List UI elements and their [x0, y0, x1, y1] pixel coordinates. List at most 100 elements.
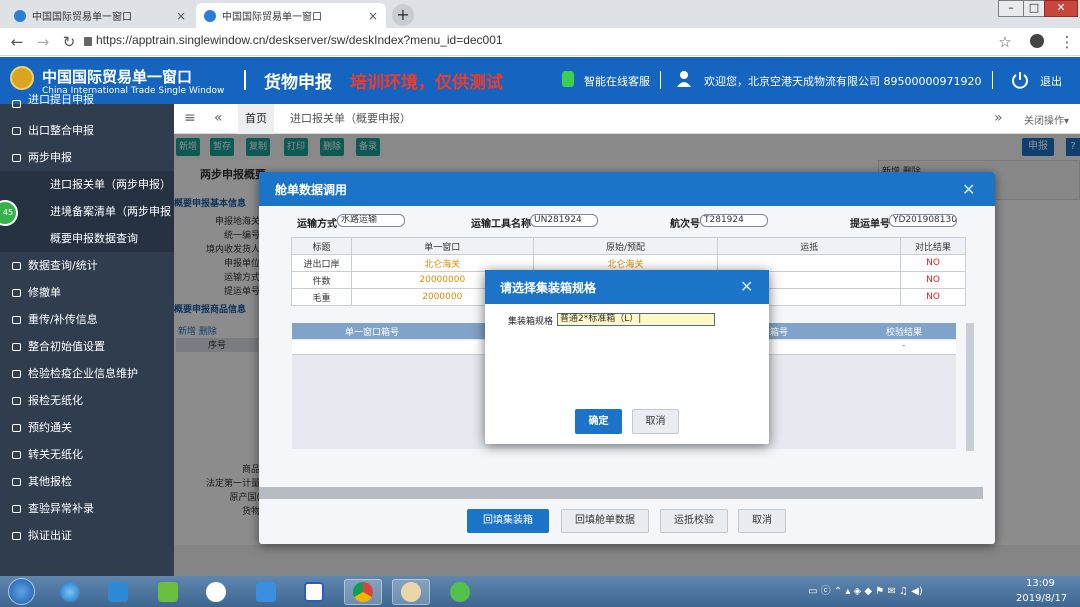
menu-item-icon: [12, 505, 21, 513]
container-spec-dialog-title: 请选择集装箱规格: [500, 281, 597, 295]
customer-service-icon[interactable]: [562, 71, 574, 87]
customer-service-link[interactable]: 智能在线客服: [584, 73, 650, 89]
excel-icon[interactable]: [158, 582, 178, 602]
menu-item-icon: [12, 316, 21, 324]
mail-icon[interactable]: [256, 582, 276, 602]
close-tab-icon[interactable]: ×: [368, 9, 378, 23]
maximize-button[interactable]: □: [1023, 0, 1045, 17]
lock-icon: [84, 37, 92, 46]
sidebar-item-appointment[interactable]: 预约通关: [0, 414, 174, 441]
profile-icon[interactable]: [1030, 34, 1044, 48]
menu-item-icon: [12, 262, 21, 270]
column-header: 单一窗口箱号: [345, 328, 400, 338]
voyage-field[interactable]: T281924: [700, 214, 768, 227]
close-icon[interactable]: ✕: [962, 180, 975, 199]
sidebar-subitem-import-two-step[interactable]: 进口报关单（两步申报）: [0, 171, 174, 198]
close-icon[interactable]: ✕: [740, 277, 753, 296]
sidebar-item-revoke[interactable]: 修撤单: [0, 279, 174, 306]
menu-item-icon: [12, 397, 21, 405]
user-icon: [677, 71, 691, 87]
sidebar-item-inspection-info[interactable]: 检验检疫企业信息维护: [0, 360, 174, 387]
menu-item-icon: [12, 154, 21, 162]
sidebar-item-certificate[interactable]: 拟证出证: [0, 522, 174, 549]
header-divider: [660, 71, 661, 89]
logout-link[interactable]: 退出: [1040, 73, 1062, 89]
logo-title: 中国国际贸易单一窗口: [42, 68, 193, 86]
sidebar-item-retransmit[interactable]: 重传/补传信息: [0, 306, 174, 333]
menu-item-icon: [12, 289, 21, 297]
new-tab-button[interactable]: +: [392, 4, 414, 26]
training-notice: 培训环境，仅供测试: [350, 73, 503, 93]
menu-item-icon: [12, 127, 21, 135]
reload-icon[interactable]: ↻: [60, 33, 78, 51]
sidebar-item-exception-entry[interactable]: 查验异常补录: [0, 495, 174, 522]
system-tray[interactable]: ▭ ⓒ ⌃ ▴ ◈ ◆ ⚑ ✉ ♫ ◀): [808, 582, 923, 597]
transport-mode-field[interactable]: 水路运输: [337, 214, 405, 227]
bookmark-star-icon[interactable]: ☆: [996, 33, 1014, 51]
wps-icon[interactable]: [304, 582, 324, 602]
forward-icon[interactable]: →: [34, 33, 52, 51]
explorer-icon[interactable]: [108, 582, 128, 602]
vessel-label: 运输工具名称: [471, 219, 531, 230]
sidebar-item-two-step[interactable]: 两步申报: [0, 144, 174, 171]
sidebar-item-paperless-inspection[interactable]: 报检无纸化: [0, 387, 174, 414]
tab-import-declaration[interactable]: 进口报关单（概要申报）I20190000000150480: [284, 104, 528, 155]
close-tab-icon[interactable]: ×: [176, 9, 186, 23]
url-field[interactable]: https://apptrain.singlewindow.cn/deskser…: [96, 33, 503, 47]
compare-result: NO: [900, 271, 966, 289]
fill-container-button[interactable]: 回填集装箱: [467, 509, 549, 533]
table-header-row: 标题 单一窗口 原始/预配 运抵 对比结果: [291, 237, 966, 255]
confirm-button[interactable]: 确定: [575, 409, 622, 434]
vertical-scrollbar[interactable]: [966, 323, 974, 451]
row-title: 进出口岸: [291, 254, 352, 272]
clock-date[interactable]: 2019/8/17: [1016, 593, 1067, 604]
header-divider: [244, 70, 246, 90]
wechat-icon[interactable]: [450, 582, 470, 602]
sidebar-subitem-summary-query[interactable]: 概要申报数据查询: [0, 225, 174, 252]
menu-toggle-icon[interactable]: ≡: [184, 110, 196, 126]
original-value: 北仑海关: [532, 254, 719, 272]
bill-of-lading-field[interactable]: YD2019081304: [889, 214, 957, 227]
welcome-text: 欢迎您，北京空港天成物流有限公司 89500000971920: [704, 75, 982, 88]
cancel-button[interactable]: 取消: [632, 409, 679, 434]
menu-dots-icon[interactable]: ⋮: [1058, 33, 1076, 51]
menu-item-icon: [12, 370, 21, 378]
fill-manifest-button[interactable]: 回填舱单数据: [561, 509, 649, 533]
close-operations-dropdown[interactable]: 关闭操作▾: [1024, 112, 1069, 127]
scroll-left-icon[interactable]: «: [214, 110, 223, 126]
column-header: 原始/预配: [532, 237, 719, 255]
arrival-check-button[interactable]: 运抵校验: [660, 509, 728, 533]
chrome-icon[interactable]: [353, 582, 373, 602]
row-title: 毛重: [291, 288, 352, 306]
vessel-field[interactable]: UN281924: [530, 214, 598, 227]
browser-tab[interactable]: 中国国际贸易单一窗口 ×: [6, 3, 194, 28]
sidebar-item-other-inspection[interactable]: 其他报检: [0, 468, 174, 495]
sidebar-item-import-declaration[interactable]: 进口提日申报: [0, 90, 174, 110]
scroll-right-icon[interactable]: »: [994, 110, 1003, 126]
sidebar-subitem-entry-list[interactable]: 进境备案清单（两步申报: [0, 198, 174, 225]
compare-result: NO: [900, 288, 966, 306]
ie-icon[interactable]: [60, 582, 80, 602]
sidebar-item-initial-settings[interactable]: 整合初始值设置: [0, 333, 174, 360]
clock-time[interactable]: 13:09: [1026, 578, 1055, 589]
app-icon[interactable]: [206, 582, 226, 602]
sidebar-item-export-declaration[interactable]: 出口整合申报: [0, 117, 174, 144]
start-button[interactable]: [8, 578, 35, 605]
tab-home[interactable]: 首页: [238, 104, 274, 134]
power-icon[interactable]: [1010, 70, 1030, 90]
module-title: 货物申报: [264, 73, 332, 93]
sidebar-item-transit-paperless[interactable]: 转关无纸化: [0, 441, 174, 468]
container-spec-label: 集装箱规格: [508, 317, 554, 327]
container-spec-input[interactable]: 普通2*标准箱（L）|: [557, 313, 715, 326]
column-header: 箱号: [770, 328, 789, 338]
back-icon[interactable]: ←: [8, 33, 26, 51]
close-window-button[interactable]: ✕: [1044, 0, 1078, 17]
sidebar-item-query[interactable]: 数据查询/统计: [0, 252, 174, 279]
browser-tab-active[interactable]: 中国国际贸易单一窗口 ×: [196, 3, 386, 28]
paint-icon[interactable]: [401, 582, 421, 602]
cancel-button[interactable]: 取消: [738, 509, 786, 533]
horizontal-scrollbar[interactable]: [259, 487, 983, 499]
minimize-button[interactable]: –: [998, 0, 1024, 17]
column-header: 标题: [291, 237, 352, 255]
voyage-label: 航次号: [670, 219, 700, 230]
